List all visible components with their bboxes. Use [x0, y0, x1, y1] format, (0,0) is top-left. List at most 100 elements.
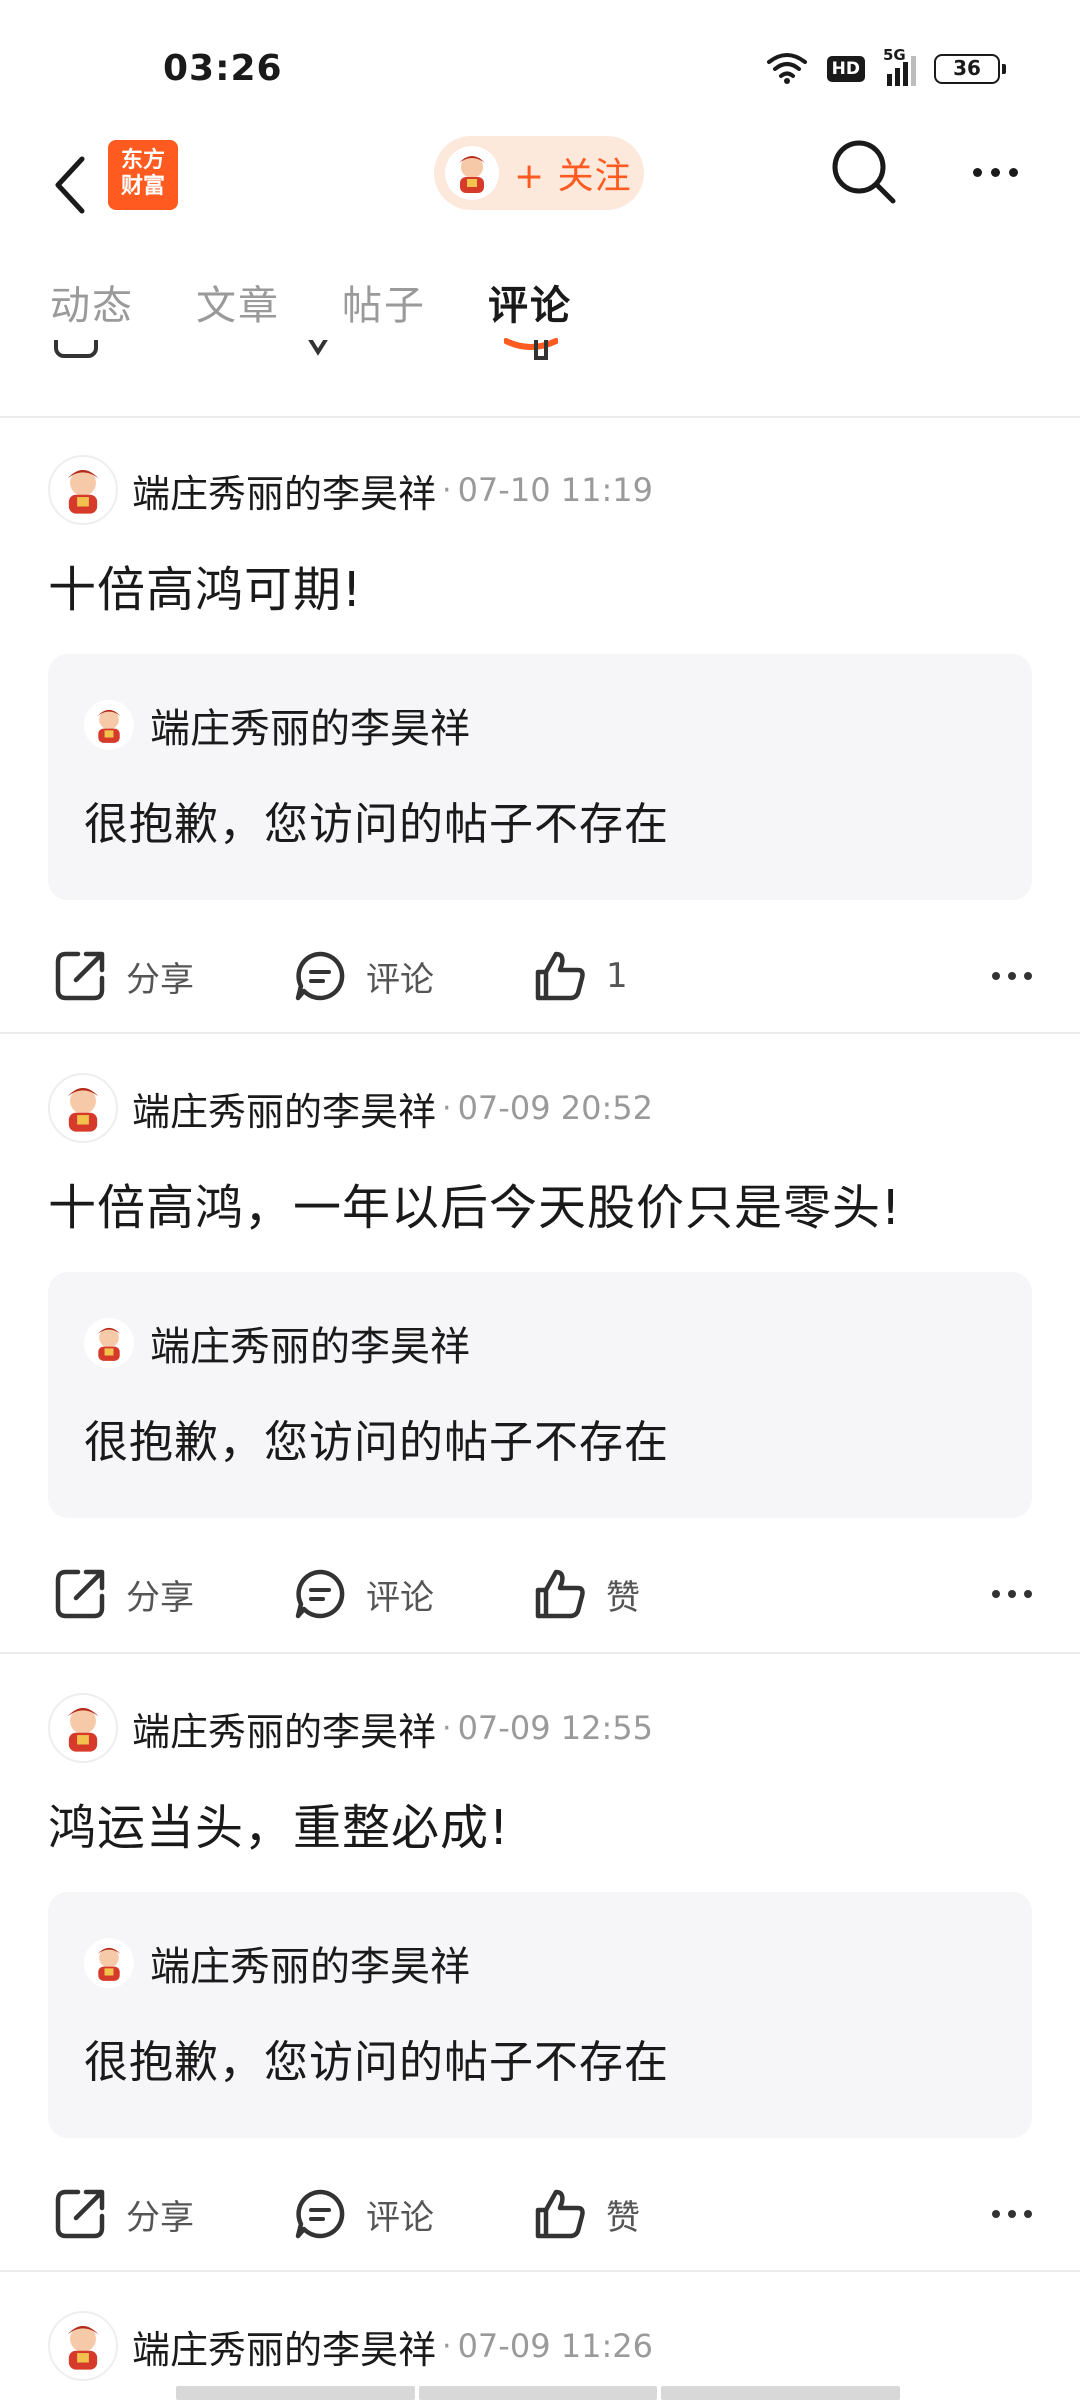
- author-name[interactable]: 端庄秀丽的李昊祥: [132, 1081, 436, 1136]
- comment-icon: [295, 1569, 345, 1619]
- separator: ·: [442, 1090, 452, 1126]
- status-bar: 03:26 HD 5G 36: [0, 0, 1080, 140]
- action-bar: 分享 评论 赞: [48, 1554, 1032, 1634]
- quoted-text: 很抱歉，您访问的帖子不存在: [84, 799, 669, 850]
- thumbs-up-icon: [535, 1569, 585, 1619]
- back-button[interactable]: [40, 142, 100, 228]
- more-icon: [972, 167, 982, 177]
- like-button[interactable]: 1: [532, 936, 628, 1016]
- more-options-button[interactable]: [992, 936, 1032, 1016]
- comment-icon: [308, 340, 328, 356]
- quoted-post[interactable]: 端庄秀丽的李昊祥 很抱歉，您访问的帖子不存在: [48, 1272, 1032, 1518]
- comment-button[interactable]: 评论: [292, 1554, 434, 1634]
- share-button[interactable]: 分享: [52, 1554, 194, 1634]
- comment-button[interactable]: 评论: [292, 936, 434, 1016]
- quoted-post-header: 端庄秀丽的李昊祥: [84, 1314, 470, 1372]
- comment-card[interactable]: 端庄秀丽的李昊祥 · 07-10 11:19 十倍高鸿可期! 端庄秀丽的李昊祥 …: [0, 416, 1080, 1032]
- tab-activity[interactable]: 动态: [50, 273, 134, 331]
- follow-label: + 关注: [514, 156, 632, 197]
- quoted-post[interactable]: 端庄秀丽的李昊祥 很抱歉，您访问的帖子不存在: [48, 654, 1032, 900]
- avatar: [84, 700, 134, 750]
- action-bar: 分享 评论 赞: [48, 2174, 1032, 2254]
- avatar: [444, 145, 500, 201]
- like-button[interactable]: 赞: [532, 2174, 640, 2254]
- more-options-button[interactable]: [960, 134, 1030, 210]
- avatar: [84, 1318, 134, 1368]
- network-type-label: 5G: [883, 46, 906, 64]
- share-icon: [55, 951, 105, 1001]
- comment-text: 鸿运当头，重整必成!: [48, 1800, 510, 1856]
- author-name[interactable]: 端庄秀丽的李昊祥: [132, 463, 436, 518]
- tab-articles[interactable]: 文章: [196, 273, 280, 331]
- cellular-signal-icon: 5G: [883, 46, 916, 86]
- comment-icon: [295, 2189, 345, 2239]
- like-label: 赞: [606, 2197, 640, 2238]
- separator: ·: [442, 472, 452, 508]
- quoted-text: 很抱歉，您访问的帖子不存在: [84, 1417, 669, 1468]
- tab-comments-label: 评论: [488, 283, 572, 329]
- comment-label: 评论: [366, 959, 434, 1000]
- thumbs-up-icon: [535, 951, 585, 1001]
- comment-text: 十倍高鸿可期!: [48, 562, 363, 618]
- post-time: 07-10 11:19: [457, 471, 653, 509]
- status-icons: HD 5G 36: [765, 46, 1006, 88]
- avatar[interactable]: [48, 455, 118, 525]
- app-header: 东方 财富 + 关注: [0, 130, 1080, 240]
- comment-label: 评论: [366, 2197, 434, 2238]
- share-label: 分享: [126, 1577, 194, 1618]
- post-header: 端庄秀丽的李昊祥 · 07-09 20:52: [48, 1072, 653, 1144]
- separator: ·: [442, 1710, 452, 1746]
- share-label: 分享: [126, 2197, 194, 2238]
- post-header: 端庄秀丽的李昊祥 · 07-10 11:19: [48, 454, 653, 526]
- share-icon: [54, 340, 98, 358]
- share-button[interactable]: 分享: [52, 936, 194, 1016]
- post-time: 07-09 20:52: [457, 1089, 653, 1127]
- search-icon: [832, 140, 896, 204]
- post-time: 07-09 12:55: [457, 1709, 653, 1747]
- author-name[interactable]: 端庄秀丽的李昊祥: [132, 1701, 436, 1756]
- quoted-text: 很抱歉，您访问的帖子不存在: [84, 2037, 669, 2088]
- comment-card[interactable]: 端庄秀丽的李昊祥 · 07-09 20:52 十倍高鸿，一年以后今天股价只是零头…: [0, 1034, 1080, 1650]
- avatar: [84, 1938, 134, 1988]
- like-button[interactable]: 赞: [532, 1554, 640, 1634]
- quoted-post-header: 端庄秀丽的李昊祥: [84, 696, 470, 754]
- quoted-author: 端庄秀丽的李昊祥: [150, 1324, 470, 1370]
- more-options-button[interactable]: [992, 1554, 1032, 1634]
- share-icon: [55, 1569, 105, 1619]
- status-time: 03:26: [163, 48, 283, 89]
- share-button[interactable]: 分享: [52, 2174, 194, 2254]
- wifi-icon: [765, 50, 809, 88]
- separator: ·: [442, 2328, 452, 2364]
- avatar[interactable]: [48, 1073, 118, 1143]
- like-icon: [534, 340, 548, 360]
- post-time: 07-09 11:26: [457, 2327, 653, 2365]
- tab-posts[interactable]: 帖子: [342, 273, 426, 331]
- action-bar: 分享 评论 1: [48, 936, 1032, 1016]
- chevron-left-icon: [55, 156, 85, 214]
- post-header: 端庄秀丽的李昊祥 · 07-09 12:55: [48, 1692, 653, 1764]
- comment-button[interactable]: 评论: [292, 2174, 434, 2254]
- tab-comments[interactable]: 评论: [488, 273, 572, 350]
- quoted-post-header: 端庄秀丽的李昊祥: [84, 1934, 470, 1992]
- follow-button[interactable]: + 关注: [434, 136, 644, 210]
- search-button[interactable]: [826, 134, 902, 210]
- author-name[interactable]: 端庄秀丽的李昊祥: [132, 2319, 436, 2374]
- scrolled-action-row: [0, 340, 1080, 416]
- comment-card[interactable]: 端庄秀丽的李昊祥 · 07-09 11:26: [0, 2272, 1080, 2400]
- comment-text: 十倍高鸿，一年以后今天股价只是零头!: [48, 1180, 902, 1236]
- avatar[interactable]: [48, 1693, 118, 1763]
- comment-card[interactable]: 端庄秀丽的李昊祥 · 07-09 12:55 鸿运当头，重整必成! 端庄秀丽的李…: [0, 1654, 1080, 2270]
- tab-bar: 动态 文章 帖子 评论: [0, 262, 1080, 350]
- comment-icon: [295, 951, 345, 1001]
- like-label: 赞: [606, 1577, 640, 1618]
- more-options-button[interactable]: [992, 2174, 1032, 2254]
- more-icon: [992, 1590, 1000, 1598]
- brand-logo: 东方 财富: [108, 140, 178, 210]
- quoted-author: 端庄秀丽的李昊祥: [150, 1944, 470, 1990]
- share-label: 分享: [126, 959, 194, 1000]
- bottom-scroll-indicator: [176, 2386, 901, 2400]
- avatar[interactable]: [48, 2311, 118, 2381]
- more-icon: [992, 972, 1000, 980]
- comment-label: 评论: [366, 1577, 434, 1618]
- quoted-post[interactable]: 端庄秀丽的李昊祥 很抱歉，您访问的帖子不存在: [48, 1892, 1032, 2138]
